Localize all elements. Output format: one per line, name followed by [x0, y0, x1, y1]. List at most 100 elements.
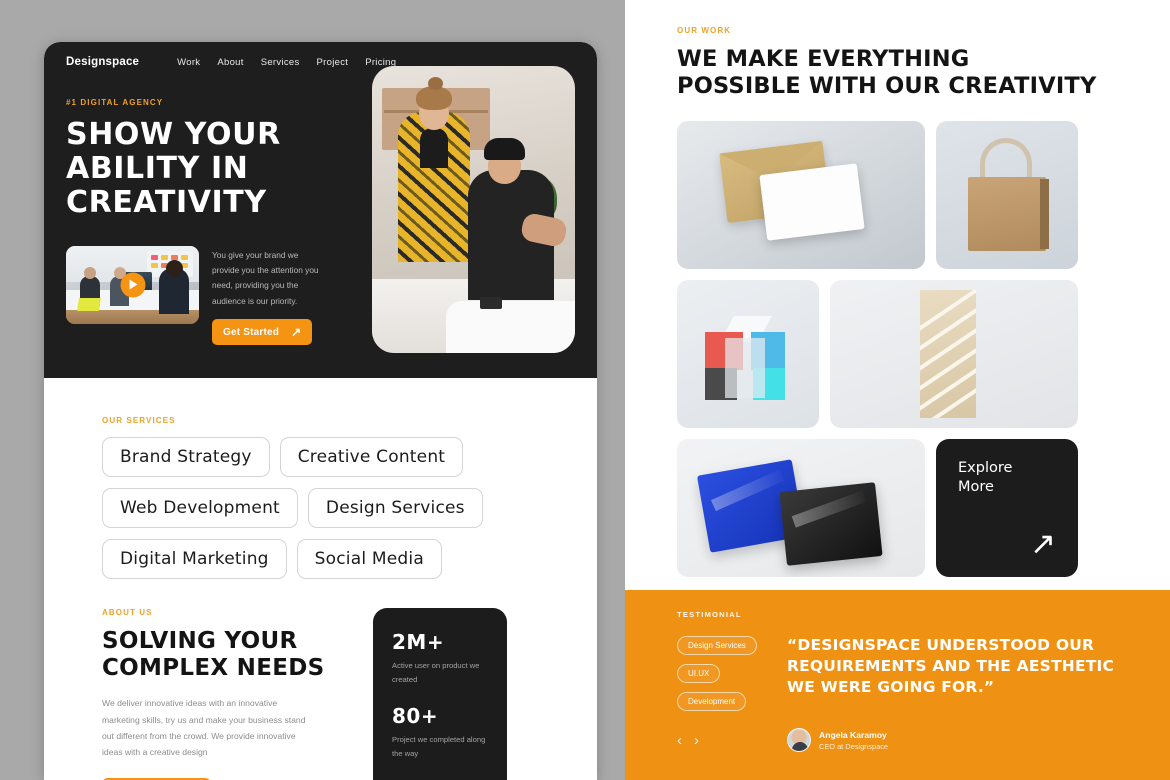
photo-woman-bun: [428, 77, 443, 90]
hero-right-column: You give your brand we provide you the a…: [212, 246, 324, 346]
explore-line-2: More: [958, 478, 994, 495]
service-pill-web-development[interactable]: Web Development: [102, 488, 298, 528]
stat-value: 2M+: [392, 630, 445, 654]
author-name: Angela Karamoy: [819, 729, 887, 740]
pouch-sheen: [710, 469, 785, 512]
service-pill-social-media[interactable]: Social Media: [296, 539, 442, 579]
about-left-column: ABOUT US SOLVING YOUR COMPLEX NEEDS We d…: [102, 608, 367, 780]
work-section: OUR WORK WE MAKE EVERYTHING POSSIBLE WIT…: [625, 0, 1170, 577]
hero-section: Designspace Work About Services Project …: [44, 42, 597, 378]
testimonial-tag-design-services[interactable]: Design Services: [677, 636, 757, 655]
about-description: We deliver innovative ideas with an inno…: [102, 698, 306, 758]
hero-title-line-1: SHOW YOUR: [66, 117, 281, 152]
gallery-item-staircase-photo[interactable]: [830, 279, 1078, 428]
service-pill-creative-content[interactable]: Creative Content: [279, 437, 464, 477]
nav-links: Work About Services Project Pricing: [177, 57, 396, 68]
stats-card: 2M+ Active user on product we created 80…: [373, 608, 507, 780]
explore-more-card[interactable]: Explore More ↗: [936, 438, 1078, 577]
stat-block-projects: 80+ Project we completed along the way: [392, 704, 488, 761]
tote-handle: [980, 137, 1032, 180]
cube-face-glass: [725, 337, 765, 398]
tote-side: [1040, 178, 1049, 249]
explore-line-1: Explore: [958, 459, 1013, 476]
about-eyebrow: ABOUT US: [102, 608, 153, 617]
gallery-row-1: [677, 120, 1130, 269]
about-title-line-2: COMPLEX NEEDS: [102, 655, 325, 682]
stat-label: Project we completed along the way: [392, 735, 486, 759]
nav-item-project[interactable]: Project: [317, 57, 349, 68]
testimonial-tag-development[interactable]: Development: [677, 692, 747, 711]
service-pill-digital-marketing[interactable]: Digital Marketing: [102, 539, 287, 579]
photo-woman-top: [420, 128, 448, 168]
services-row-1: Brand Strategy Creative Content: [102, 437, 575, 477]
play-icon[interactable]: [120, 272, 145, 298]
white-card-shape: [759, 163, 865, 241]
hero-photo: [372, 66, 575, 353]
photo-man-beanie: [484, 138, 525, 160]
left-page-panel: Designspace Work About Services Project …: [44, 42, 597, 780]
gallery-row-3: Explore More ↗: [677, 438, 1130, 577]
gallery-item-envelope-card-mockup[interactable]: [677, 120, 925, 269]
gallery-row-2: [677, 279, 1130, 428]
nav-item-work[interactable]: Work: [177, 57, 200, 68]
photo-table: [446, 301, 575, 353]
testimonial-footer: ‹ › Angela Karamoy CEO at Designspace: [677, 728, 1142, 752]
page-stage: Designspace Work About Services Project …: [0, 0, 1170, 780]
arrow-up-right-icon: ↗: [1030, 525, 1056, 561]
gallery-item-color-cube-render[interactable]: [677, 279, 819, 428]
nav-item-about[interactable]: About: [217, 57, 243, 68]
author-text: Angela Karamoy CEO at Designspace: [819, 730, 888, 751]
work-gallery: Explore More ↗: [677, 120, 1130, 577]
work-title-line-2: POSSIBLE WITH OUR CREATIVITY: [677, 73, 1097, 100]
stat-block-active-users: 2M+ Active user on product we created: [392, 630, 488, 687]
services-row-3: Digital Marketing Social Media: [102, 539, 575, 579]
hero-title-line-2: ABILITY IN: [66, 150, 249, 186]
thumb-person-3: [159, 259, 189, 314]
arrow-up-right-icon: ↗: [291, 325, 302, 340]
gallery-item-tote-bag-mockup[interactable]: [936, 120, 1078, 269]
gallery-item-foil-pouch-packaging[interactable]: [677, 438, 925, 577]
service-pill-design-services[interactable]: Design Services: [307, 488, 483, 528]
testimonial-section: TESTIMONIAL Design Services UI.UX Develo…: [625, 590, 1170, 780]
work-title: WE MAKE EVERYTHING POSSIBLE WITH OUR CRE…: [677, 46, 1130, 101]
services-row-2: Web Development Design Services: [102, 488, 575, 528]
stat-value: 80+: [392, 704, 439, 729]
testimonial-body: Design Services UI.UX Development “DESIG…: [677, 635, 1142, 719]
work-eyebrow: OUR WORK: [677, 26, 732, 35]
testimonial-eyebrow: TESTIMONIAL: [677, 610, 742, 619]
hero-video-thumbnail[interactable]: [66, 245, 199, 324]
about-title: SOLVING YOUR COMPLEX NEEDS: [102, 628, 351, 682]
testimonial-tag-list: Design Services UI.UX Development: [677, 635, 777, 719]
hero-description: You give your brand we provide you the a…: [212, 249, 319, 306]
stat-label: Active user on product we created: [392, 661, 480, 685]
pouch-black: [779, 482, 883, 566]
navbar: Designspace Work About Services Project …: [44, 42, 597, 68]
services-pill-list: Brand Strategy Creative Content Web Deve…: [102, 437, 575, 579]
explore-more-label: Explore More: [958, 459, 1012, 497]
get-started-button[interactable]: Get Started ↗: [212, 319, 313, 346]
nav-item-services[interactable]: Services: [261, 57, 300, 68]
testimonial-tag-ui-ux[interactable]: UI.UX: [677, 664, 721, 683]
avatar: [787, 728, 811, 752]
author-role: CEO at Designspace: [819, 741, 889, 751]
hero-title-line-3: CREATIVITY: [66, 184, 267, 220]
next-arrow-icon[interactable]: ›: [694, 733, 699, 748]
right-page-panel: OUR WORK WE MAKE EVERYTHING POSSIBLE WIT…: [625, 0, 1170, 780]
thumb-laptop: [77, 297, 101, 311]
service-pill-brand-strategy[interactable]: Brand Strategy: [102, 437, 270, 477]
hero-title: SHOW YOUR ABILITY IN CREATIVITY: [66, 118, 346, 220]
photo-phone: [480, 297, 502, 309]
services-section: OUR SERVICES Brand Strategy Creative Con…: [44, 378, 597, 579]
testimonial-nav: ‹ ›: [677, 733, 777, 752]
prev-arrow-icon[interactable]: ‹: [677, 733, 682, 748]
pouch-sheen: [791, 490, 866, 528]
services-eyebrow: OUR SERVICES: [102, 416, 176, 425]
testimonial-author: Angela Karamoy CEO at Designspace: [777, 728, 888, 752]
hero-cta-row: You give your brand we provide you the a…: [66, 245, 346, 346]
hero-left-column: #1 DIGITAL AGENCY SHOW YOUR ABILITY IN C…: [66, 68, 346, 346]
brand-logo[interactable]: Designspace: [66, 56, 139, 68]
staircase-shape: [920, 289, 976, 418]
testimonial-quote: “DESIGNSPACE UNDERSTOOD OUR REQUIREMENTS…: [787, 636, 1115, 696]
about-title-line-1: SOLVING YOUR: [102, 628, 298, 654]
work-title-line-1: WE MAKE EVERYTHING: [677, 46, 970, 72]
